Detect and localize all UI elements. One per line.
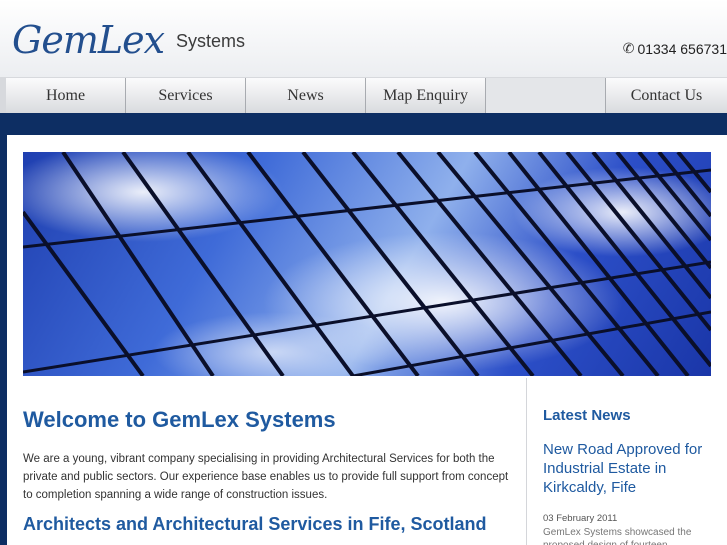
latest-news-heading: Latest News	[543, 407, 631, 424]
services-heading: Architects and Architectural Services in…	[23, 514, 487, 534]
news-item-snippet: GemLex Systems showcased the proposed de…	[543, 527, 692, 545]
nav-services[interactable]: Services	[126, 78, 246, 113]
welcome-title: Welcome to GemLex Systems	[23, 407, 336, 432]
nav-empty-slot	[486, 78, 606, 113]
nav-contact-us[interactable]: Contact Us	[606, 78, 727, 113]
glass-facade-graphic	[23, 152, 711, 376]
news-item-title[interactable]: New Road Approved for Industrial Estate …	[543, 440, 721, 497]
news-item-date: 03 February 2011	[543, 513, 618, 524]
phone-number: ✆ 01334 656731	[623, 40, 727, 57]
logo[interactable]: GemLex Systems	[12, 18, 245, 62]
nav-news[interactable]: News	[246, 78, 366, 113]
phone-icon: ✆	[622, 40, 635, 56]
hero-image	[23, 152, 711, 376]
blue-band	[0, 113, 727, 135]
site-header: GemLex Systems ✆ 01334 656731	[0, 0, 727, 77]
main-navigation: Home Services News Map Enquiry Contact U…	[0, 77, 727, 113]
nav-home[interactable]: Home	[6, 78, 126, 113]
intro-text: We are a young, vibrant company speciali…	[23, 453, 509, 501]
logo-text: GemLex	[12, 18, 165, 62]
phone-text: 01334 656731	[637, 40, 727, 57]
nav-map-enquiry[interactable]: Map Enquiry	[366, 78, 486, 113]
logo-subtitle: Systems	[176, 31, 246, 51]
column-divider	[526, 378, 527, 545]
